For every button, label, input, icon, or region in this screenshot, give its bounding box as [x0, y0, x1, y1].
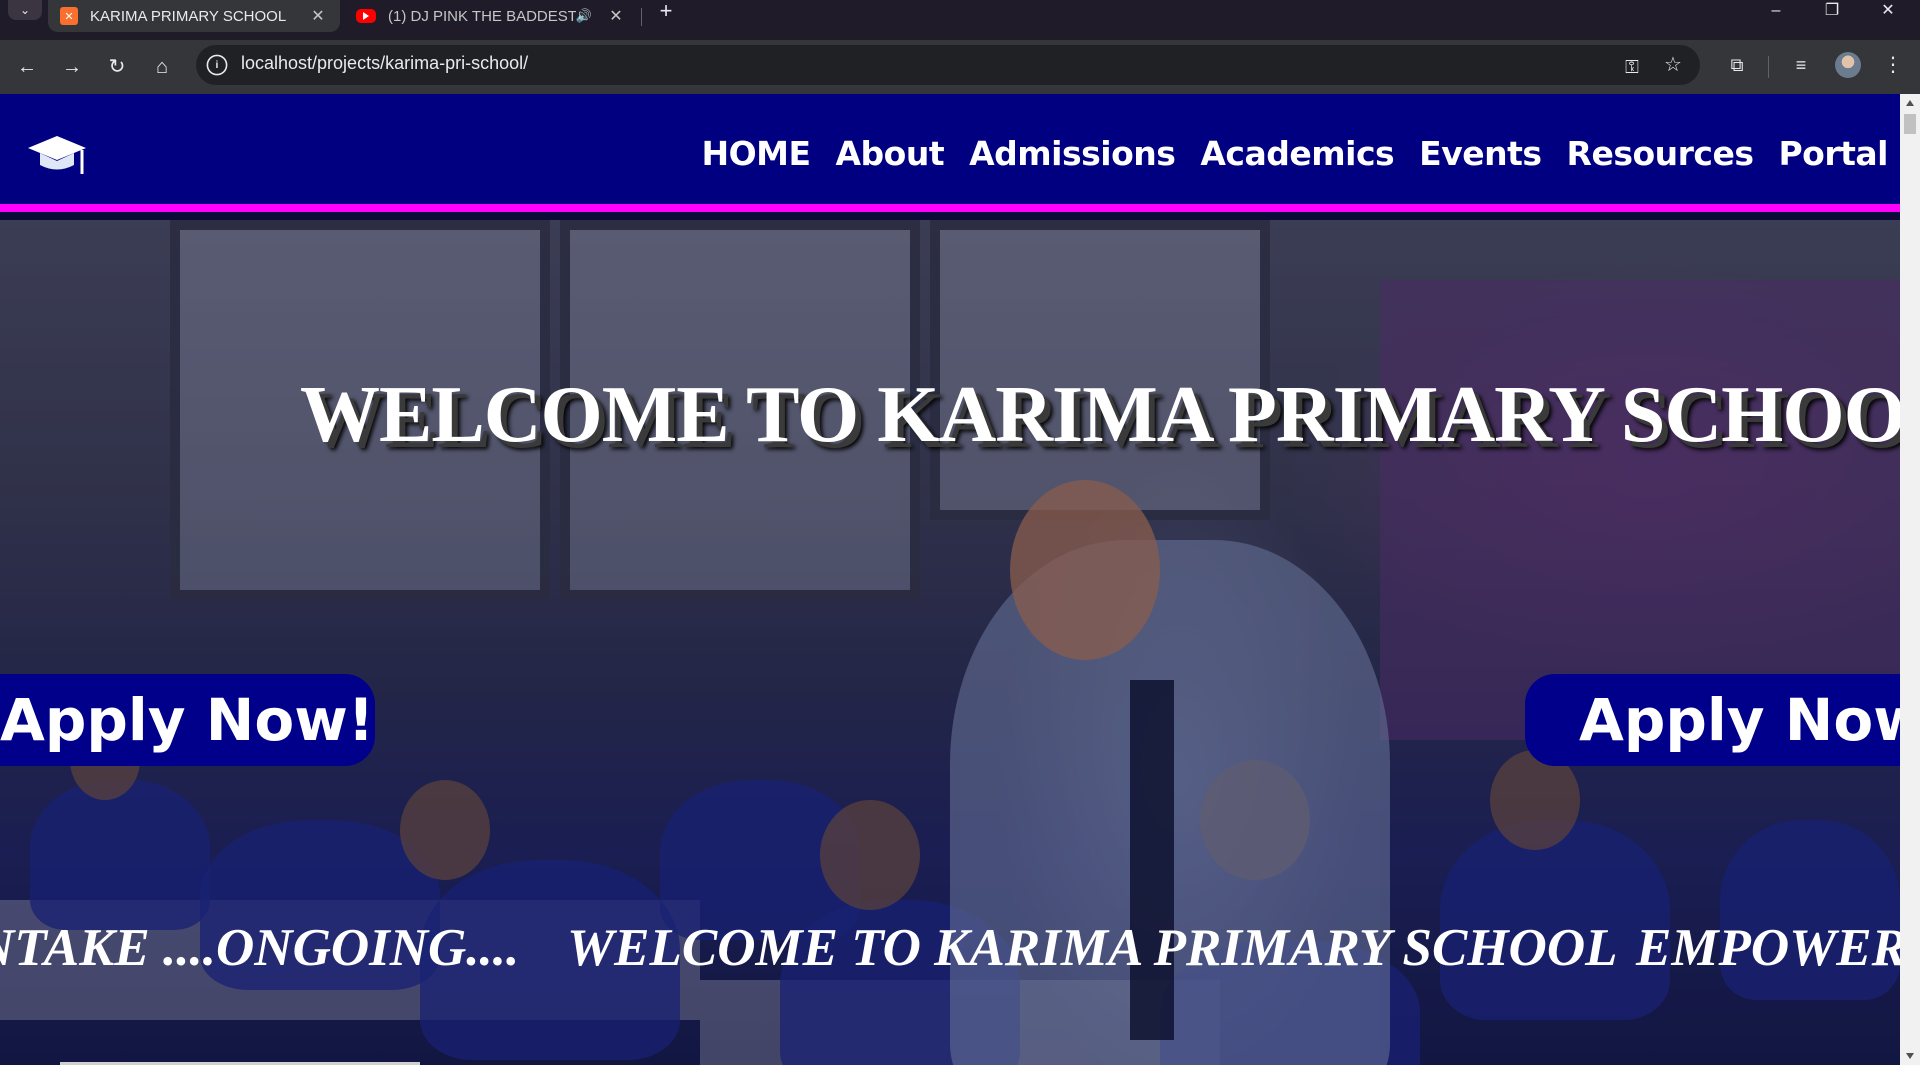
- site-navbar: HOME About Admissions Academics Events R…: [0, 94, 1900, 212]
- tab-close-icon[interactable]: ✕: [606, 6, 626, 26]
- marquee-text: EMPOWER: [1636, 919, 1900, 977]
- main-nav: HOME About Admissions Academics Events R…: [676, 134, 1888, 173]
- new-tab-button[interactable]: +: [652, 0, 680, 24]
- nav-events[interactable]: Events: [1419, 134, 1542, 173]
- url-text[interactable]: localhost/projects/karima-pri-school/: [241, 53, 528, 74]
- site-info-icon[interactable]: i: [206, 54, 228, 76]
- page-viewport: HOME About Admissions Academics Events R…: [0, 94, 1900, 1065]
- graduation-cap-icon[interactable]: [26, 130, 88, 180]
- password-key-icon[interactable]: ⚿: [1617, 52, 1647, 82]
- tab-divider: [641, 8, 642, 26]
- restore-button[interactable]: ❐: [1806, 0, 1858, 24]
- nav-admissions[interactable]: Admissions: [969, 134, 1176, 173]
- youtube-icon: [356, 9, 376, 23]
- apply-now-button-left[interactable]: Apply Now!: [0, 674, 375, 766]
- extensions-icon[interactable]: ⧉: [1722, 50, 1752, 80]
- tab-karima-primary-school[interactable]: ✕ KARIMA PRIMARY SCHOOL ✕: [48, 0, 340, 32]
- marquee-text: WELCOME TO KARIMA PRIMARY SCHOOL: [567, 919, 1618, 977]
- tab-close-icon[interactable]: ✕: [308, 6, 328, 26]
- tab-title: (1) DJ PINK THE BADDEST -: [388, 7, 576, 25]
- forward-icon[interactable]: →: [57, 52, 87, 82]
- reload-icon[interactable]: ↻: [102, 52, 132, 82]
- tab-title: KARIMA PRIMARY SCHOOL: [90, 7, 287, 25]
- nav-home[interactable]: HOME: [701, 134, 811, 173]
- tab-youtube[interactable]: (1) DJ PINK THE BADDEST - 🔊 ✕: [344, 0, 638, 32]
- vertical-scrollbar[interactable]: [1900, 94, 1920, 1065]
- scrollbar-thumb[interactable]: [1904, 114, 1916, 134]
- marquee-text: NTAKE ....ONGOING....: [0, 919, 520, 977]
- nav-academics[interactable]: Academics: [1200, 134, 1394, 173]
- nav-about[interactable]: About: [836, 134, 945, 173]
- close-window-button[interactable]: ✕: [1862, 0, 1914, 24]
- menu-kebab-icon[interactable]: ⋮: [1878, 50, 1908, 80]
- nav-resources[interactable]: Resources: [1567, 134, 1754, 173]
- scrolling-marquee: NTAKE ....ONGOING.... WELCOME TO KARIMA …: [0, 918, 1900, 988]
- hero-heading: WELCOME TO KARIMA PRIMARY SCHOOL: [300, 371, 1900, 459]
- scroll-down-arrow-icon[interactable]: [1906, 1053, 1914, 1059]
- nav-portal[interactable]: Portal: [1779, 134, 1889, 173]
- toolbar-divider: [1768, 56, 1769, 78]
- speaker-icon[interactable]: 🔊: [576, 8, 592, 24]
- minimize-button[interactable]: –: [1750, 0, 1802, 24]
- tab-strip: ⌄ ✕ KARIMA PRIMARY SCHOOL ✕ (1) DJ PINK …: [0, 0, 1920, 40]
- home-icon[interactable]: ⌂: [147, 52, 177, 82]
- media-control-icon[interactable]: ≡: [1786, 50, 1816, 80]
- back-icon[interactable]: ←: [12, 52, 42, 82]
- apply-now-button-right[interactable]: Apply Now!: [1525, 674, 1900, 766]
- scroll-up-arrow-icon[interactable]: [1906, 100, 1914, 106]
- xampp-icon: ✕: [60, 7, 78, 25]
- profile-avatar[interactable]: [1835, 52, 1861, 78]
- tab-search-button[interactable]: ⌄: [8, 0, 42, 20]
- bookmark-star-icon[interactable]: ☆: [1658, 50, 1688, 80]
